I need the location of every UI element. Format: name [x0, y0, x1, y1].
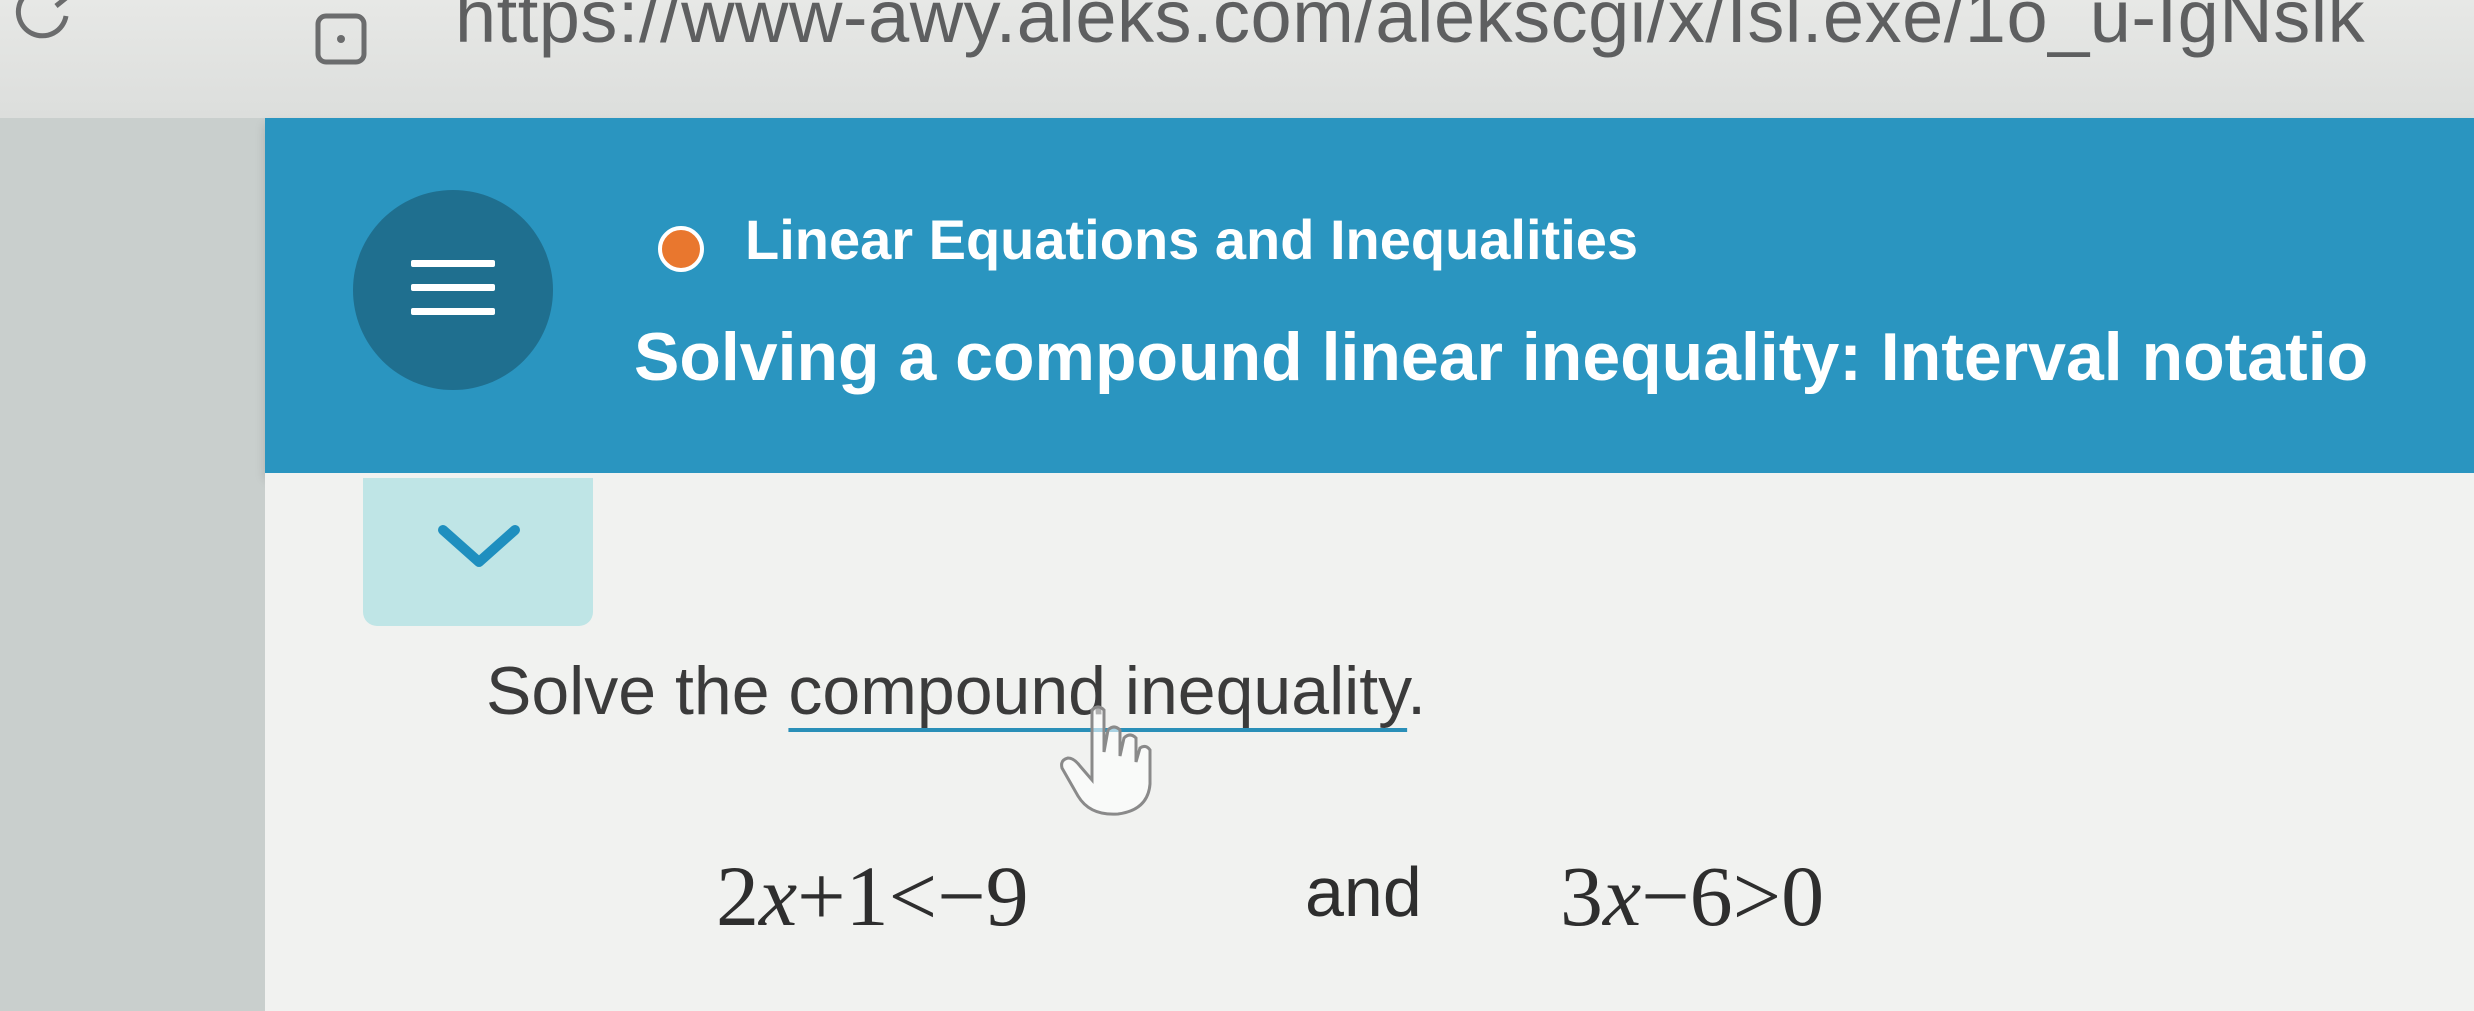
- browser-address-bar[interactable]: https://www-awy.aleks.com/alekscgi/x/Isl…: [0, 0, 2474, 118]
- inequality-1-rest: +1<−9: [797, 848, 1029, 944]
- inequality-1: 2x+1<−9: [716, 846, 1029, 946]
- left-panel: [0, 118, 265, 1011]
- collapse-header-button[interactable]: [363, 478, 593, 626]
- hamburger-icon-bar-3: [411, 308, 495, 315]
- lesson-header: [265, 118, 2474, 473]
- menu-button[interactable]: [353, 190, 553, 390]
- prompt-prefix: Solve the: [486, 653, 789, 729]
- topic-status-dot-icon: [658, 226, 704, 272]
- page-info-icon[interactable]: [310, 6, 372, 68]
- lesson-title: Solving a compound linear inequality: In…: [634, 319, 2369, 395]
- url-text[interactable]: https://www-awy.aleks.com/alekscgi/x/Isl…: [455, 0, 2365, 59]
- hamburger-icon-bar-2: [411, 284, 495, 291]
- reload-icon[interactable]: [12, 0, 76, 42]
- inequality-1-coef: 2: [716, 848, 759, 944]
- inequality-2-coef: 3: [1560, 848, 1603, 944]
- page: https://www-awy.aleks.com/alekscgi/x/Isl…: [0, 0, 2474, 1011]
- problem-prompt: Solve the compound inequality.: [486, 652, 1426, 730]
- topic-title: Linear Equations and Inequalities: [745, 208, 1639, 271]
- inequality-1-variable: x: [759, 848, 798, 944]
- prompt-suffix: .: [1407, 653, 1427, 729]
- hand-cursor-icon: [1060, 705, 1152, 816]
- inequality-2: 3x−6>0: [1560, 846, 1824, 946]
- conjunction: and: [1305, 853, 1422, 931]
- inequality-2-rest: −6>0: [1641, 848, 1825, 944]
- inequality-2-variable: x: [1603, 848, 1642, 944]
- hamburger-icon-bar-1: [411, 260, 495, 267]
- chevron-down-icon: [438, 525, 520, 567]
